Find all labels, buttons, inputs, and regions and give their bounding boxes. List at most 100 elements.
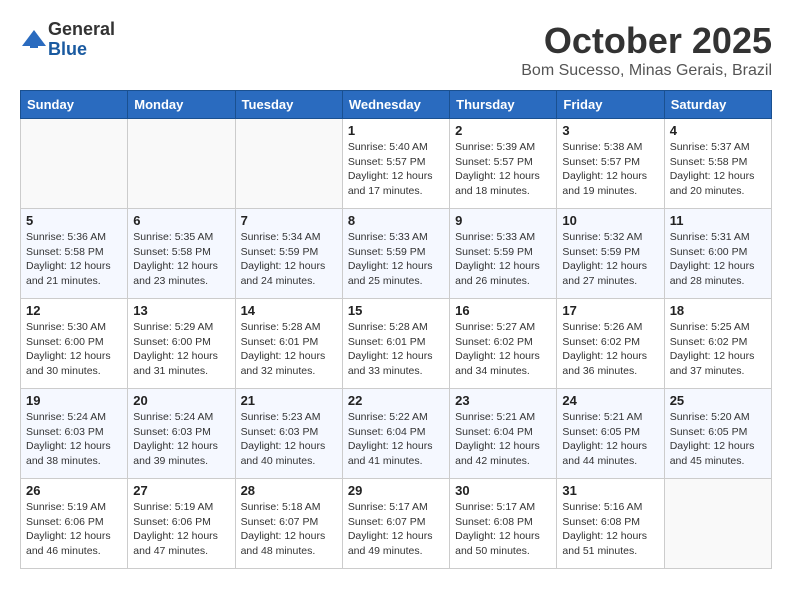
day-info: Sunrise: 5:28 AMSunset: 6:01 PMDaylight:… [241, 320, 337, 379]
day-number: 30 [455, 483, 551, 498]
day-number: 29 [348, 483, 444, 498]
day-number: 7 [241, 213, 337, 228]
day-info: Sunrise: 5:36 AMSunset: 5:58 PMDaylight:… [26, 230, 122, 289]
calendar-cell: 22 Sunrise: 5:22 AMSunset: 6:04 PMDayligh… [342, 389, 449, 479]
calendar-cell: 29Sunrise: 5:17 AMSunset: 6:07 PMDayligh… [342, 479, 449, 569]
calendar-cell: 8Sunrise: 5:33 AMSunset: 5:59 PMDaylight… [342, 209, 449, 299]
day-info: Sunrise: 5:22 AMSunset: 6:04 PMDaylight:… [348, 410, 444, 469]
day-info: Sunrise: 5:27 AMSunset: 6:02 PMDaylight:… [455, 320, 551, 379]
day-number: 3 [562, 123, 658, 138]
day-number: 25 [670, 393, 766, 408]
day-number: 4 [670, 123, 766, 138]
day-info: Sunrise: 5:31 AMSunset: 6:00 PMDaylight:… [670, 230, 766, 289]
calendar-cell: 5 Sunrise: 5:36 AMSunset: 5:58 PMDaylight… [21, 209, 128, 299]
day-info: Sunrise: 5:30 AMSunset: 6:00 PMDaylight:… [26, 320, 122, 379]
day-number: 1 [348, 123, 444, 138]
calendar-week-row: 1 Sunrise: 5:40 AMSunset: 5:57 PMDaylight… [21, 119, 772, 209]
calendar-cell: 13 Sunrise: 5:29 AMSunset: 6:00 PMDayligh… [128, 299, 235, 389]
calendar-cell: 17 Sunrise: 5:26 AMSunset: 6:02 PMDayligh… [557, 299, 664, 389]
day-info: Sunrise: 5:40 AMSunset: 5:57 PMDaylight:… [348, 140, 444, 199]
logo-general: General [48, 19, 115, 39]
day-info: Sunrise: 5:26 AMSunset: 6:02 PMDaylight:… [562, 320, 658, 379]
day-number: 24 [562, 393, 658, 408]
calendar-cell: 21 Sunrise: 5:23 AMSunset: 6:03 PMDayligh… [235, 389, 342, 479]
day-info: Sunrise: 5:20 AMSunset: 6:05 PMDaylight:… [670, 410, 766, 469]
calendar-cell: 28 Sunrise: 5:18 AMSunset: 6:07 PMDayligh… [235, 479, 342, 569]
calendar-cell: 26 Sunrise: 5:19 AMSunset: 6:06 PMDayligh… [21, 479, 128, 569]
day-info: Sunrise: 5:21 AMSunset: 6:05 PMDaylight:… [562, 410, 658, 469]
day-number: 31 [562, 483, 658, 498]
calendar-week-row: 26 Sunrise: 5:19 AMSunset: 6:06 PMDayligh… [21, 479, 772, 569]
day-info: Sunrise: 5:19 AMSunset: 6:06 PMDaylight:… [26, 500, 122, 559]
calendar-cell: 14 Sunrise: 5:28 AMSunset: 6:01 PMDayligh… [235, 299, 342, 389]
day-info: Sunrise: 5:32 AMSunset: 5:59 PMDaylight:… [562, 230, 658, 289]
location-title: Bom Sucesso, Minas Gerais, Brazil [521, 62, 772, 80]
month-title: October 2025 [521, 20, 772, 62]
weekday-header: Sunday [21, 91, 128, 119]
calendar-week-row: 12 Sunrise: 5:30 AMSunset: 6:00 PMDayligh… [21, 299, 772, 389]
weekday-header: Monday [128, 91, 235, 119]
day-info: Sunrise: 5:29 AMSunset: 6:00 PMDaylight:… [133, 320, 229, 379]
weekday-header: Friday [557, 91, 664, 119]
calendar-cell: 10Sunrise: 5:32 AMSunset: 5:59 PMDayligh… [557, 209, 664, 299]
day-info: Sunrise: 5:21 AMSunset: 6:04 PMDaylight:… [455, 410, 551, 469]
calendar-cell: 24 Sunrise: 5:21 AMSunset: 6:05 PMDayligh… [557, 389, 664, 479]
weekday-header: Saturday [664, 91, 771, 119]
calendar-cell: 12 Sunrise: 5:30 AMSunset: 6:00 PMDayligh… [21, 299, 128, 389]
calendar-cell: 23 Sunrise: 5:21 AMSunset: 6:04 PMDayligh… [450, 389, 557, 479]
logo-blue: Blue [48, 39, 87, 59]
day-number: 15 [348, 303, 444, 318]
day-number: 19 [26, 393, 122, 408]
day-info: Sunrise: 5:24 AMSunset: 6:03 PMDaylight:… [26, 410, 122, 469]
day-info: Sunrise: 5:18 AMSunset: 6:07 PMDaylight:… [241, 500, 337, 559]
day-info: Sunrise: 5:17 AMSunset: 6:08 PMDaylight:… [455, 500, 551, 559]
calendar-cell: 4 Sunrise: 5:37 AMSunset: 5:58 PMDaylight… [664, 119, 771, 209]
day-info: Sunrise: 5:16 AMSunset: 6:08 PMDaylight:… [562, 500, 658, 559]
day-number: 28 [241, 483, 337, 498]
day-info: Sunrise: 5:34 AMSunset: 5:59 PMDaylight:… [241, 230, 337, 289]
day-number: 14 [241, 303, 337, 318]
day-number: 26 [26, 483, 122, 498]
logo-icon [20, 28, 48, 52]
calendar-cell: 15Sunrise: 5:28 AMSunset: 6:01 PMDayligh… [342, 299, 449, 389]
calendar-cell: 3 Sunrise: 5:38 AMSunset: 5:57 PMDaylight… [557, 119, 664, 209]
day-number: 27 [133, 483, 229, 498]
calendar-cell: 25 Sunrise: 5:20 AMSunset: 6:05 PMDayligh… [664, 389, 771, 479]
day-number: 18 [670, 303, 766, 318]
calendar-cell: 7 Sunrise: 5:34 AMSunset: 5:59 PMDaylight… [235, 209, 342, 299]
day-number: 23 [455, 393, 551, 408]
day-info: Sunrise: 5:23 AMSunset: 6:03 PMDaylight:… [241, 410, 337, 469]
calendar-cell: 31 Sunrise: 5:16 AMSunset: 6:08 PMDayligh… [557, 479, 664, 569]
calendar-cell: 11Sunrise: 5:31 AMSunset: 6:00 PMDayligh… [664, 209, 771, 299]
calendar-cell [21, 119, 128, 209]
day-info: Sunrise: 5:35 AMSunset: 5:58 PMDaylight:… [133, 230, 229, 289]
day-number: 9 [455, 213, 551, 228]
calendar-cell: 2 Sunrise: 5:39 AMSunset: 5:57 PMDaylight… [450, 119, 557, 209]
calendar-cell: 19 Sunrise: 5:24 AMSunset: 6:03 PMDayligh… [21, 389, 128, 479]
calendar-cell: 20 Sunrise: 5:24 AMSunset: 6:03 PMDayligh… [128, 389, 235, 479]
calendar-cell: 18 Sunrise: 5:25 AMSunset: 6:02 PMDayligh… [664, 299, 771, 389]
day-number: 21 [241, 393, 337, 408]
weekday-header: Thursday [450, 91, 557, 119]
day-number: 13 [133, 303, 229, 318]
day-number: 16 [455, 303, 551, 318]
day-number: 22 [348, 393, 444, 408]
calendar-cell [664, 479, 771, 569]
calendar-cell [235, 119, 342, 209]
day-info: Sunrise: 5:33 AMSunset: 5:59 PMDaylight:… [348, 230, 444, 289]
calendar-week-row: 19 Sunrise: 5:24 AMSunset: 6:03 PMDayligh… [21, 389, 772, 479]
day-number: 12 [26, 303, 122, 318]
day-number: 5 [26, 213, 122, 228]
day-info: Sunrise: 5:38 AMSunset: 5:57 PMDaylight:… [562, 140, 658, 199]
day-info: Sunrise: 5:25 AMSunset: 6:02 PMDaylight:… [670, 320, 766, 379]
day-number: 20 [133, 393, 229, 408]
day-info: Sunrise: 5:37 AMSunset: 5:58 PMDaylight:… [670, 140, 766, 199]
calendar-cell: 9Sunrise: 5:33 AMSunset: 5:59 PMDaylight… [450, 209, 557, 299]
page-header: General Blue October 2025 Bom Sucesso, M… [20, 20, 772, 80]
day-number: 2 [455, 123, 551, 138]
calendar-table: SundayMondayTuesdayWednesdayThursdayFrid… [20, 90, 772, 569]
day-info: Sunrise: 5:24 AMSunset: 6:03 PMDaylight:… [133, 410, 229, 469]
day-info: Sunrise: 5:39 AMSunset: 5:57 PMDaylight:… [455, 140, 551, 199]
title-section: October 2025 Bom Sucesso, Minas Gerais, … [521, 20, 772, 80]
day-number: 17 [562, 303, 658, 318]
